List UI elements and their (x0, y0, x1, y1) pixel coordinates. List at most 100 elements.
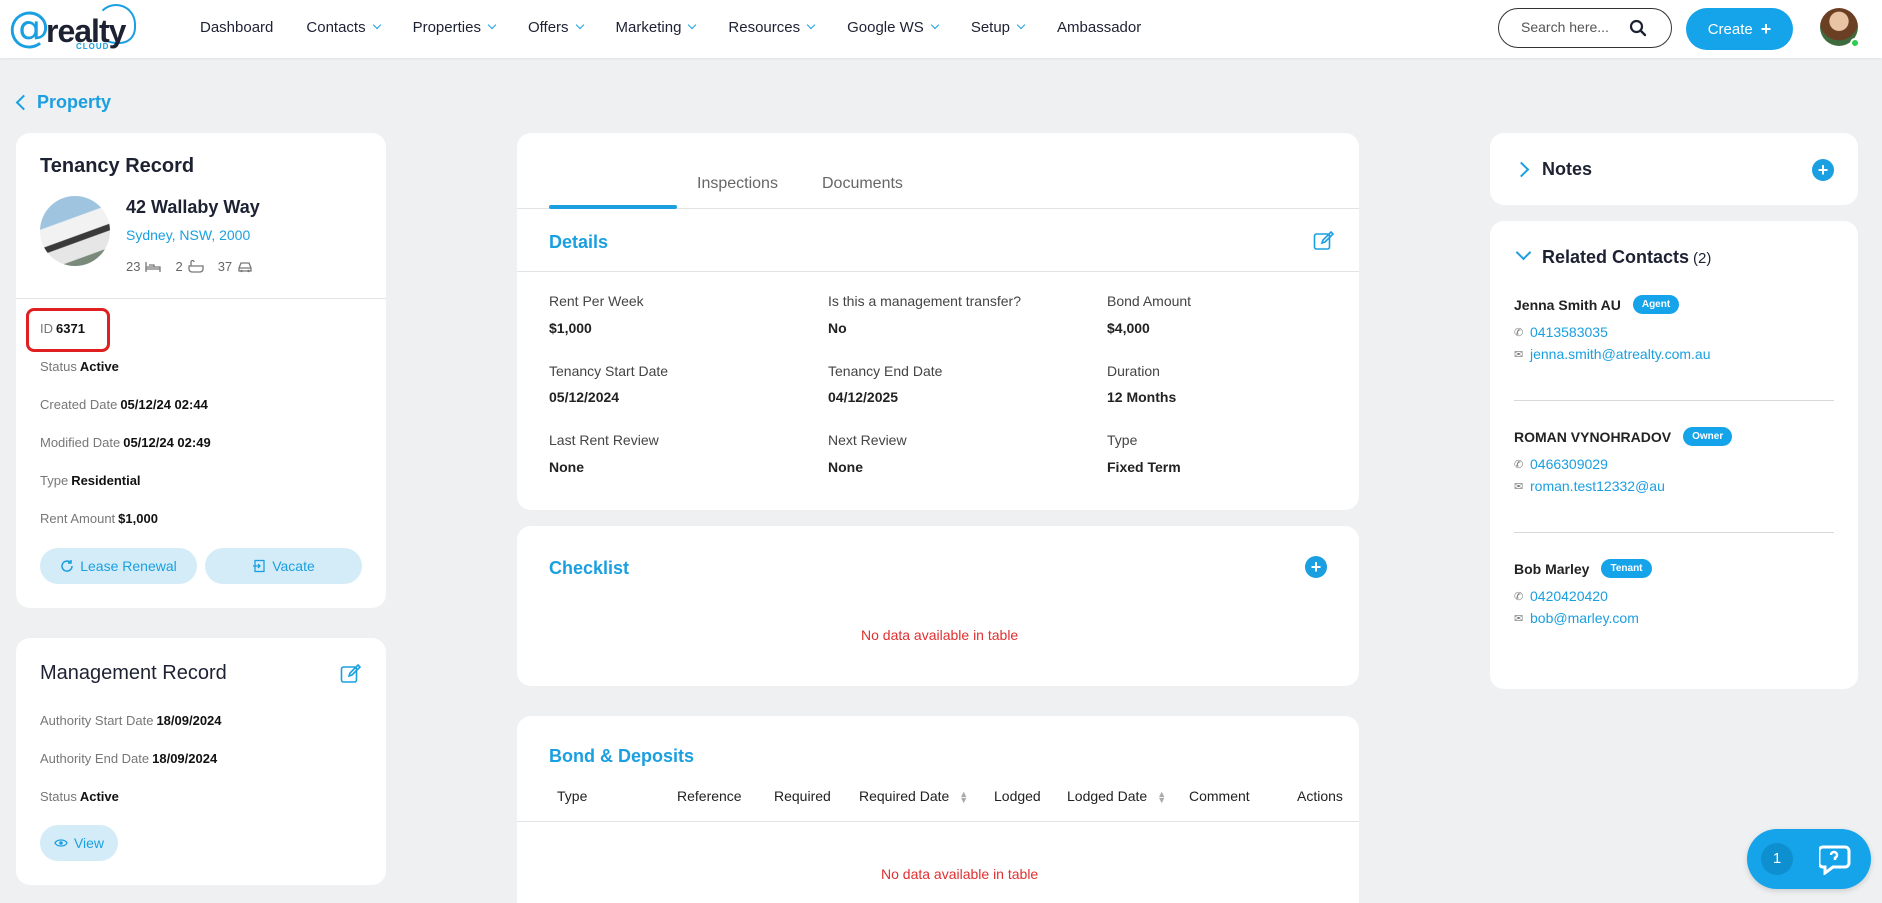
main-nav: Dashboard Contacts Properties Offers Mar… (200, 0, 1174, 54)
exit-icon (253, 559, 265, 573)
created-row: Created Date 05/12/24 02:44 (40, 397, 208, 412)
field-value: $1,000 (549, 320, 592, 336)
field-value: Fixed Term (1107, 459, 1181, 475)
refresh-icon (61, 560, 73, 572)
active-tab-indicator (549, 205, 677, 209)
id-row: ID 6371 (40, 321, 85, 336)
column-header-reference[interactable]: Reference (677, 788, 742, 804)
field-label: Tenancy Start Date (549, 363, 669, 379)
search-box (1498, 8, 1672, 48)
chevron-down-icon (806, 20, 816, 30)
nav-ambassador[interactable]: Ambassador (1057, 19, 1141, 36)
authority-start-value: 18/09/2024 (156, 713, 222, 728)
column-header-type[interactable]: Type (557, 788, 587, 804)
contact-name[interactable]: ROMAN VYNOHRADOV (1514, 429, 1671, 445)
edit-icon[interactable] (340, 664, 362, 684)
field-label: Last Rent Review (549, 432, 659, 448)
bath-icon (188, 260, 204, 273)
search-input[interactable] (1521, 19, 1631, 35)
column-header-lodged-date[interactable]: Lodged Date ▲ ▼ (1067, 788, 1166, 805)
realty-cloud-logo[interactable]: @ realty CLOUD (8, 2, 136, 54)
back-to-property-link[interactable]: Property (14, 92, 111, 113)
nav-google-ws[interactable]: Google WS (847, 18, 940, 36)
field-label: Duration (1107, 363, 1160, 379)
modified-value: 05/12/24 02:49 (123, 435, 211, 450)
lease-renewal-button[interactable]: Lease Renewal (40, 548, 197, 584)
chevron-down-icon (1016, 20, 1026, 30)
search-icon[interactable] (1629, 19, 1647, 37)
id-label: ID (40, 321, 53, 336)
sort-icon: ▲ ▼ (959, 789, 969, 806)
tab-documents[interactable]: Documents (822, 175, 903, 193)
add-note-button[interactable]: + (1812, 159, 1834, 181)
table-header-divider (517, 821, 1359, 822)
status-label: Status (40, 359, 77, 374)
nav-marketing-label: Marketing (615, 18, 682, 36)
authority-start-label: Authority Start Date (40, 713, 154, 728)
chevron-left-icon (15, 94, 32, 111)
column-header-comment[interactable]: Comment (1189, 788, 1250, 804)
create-button[interactable]: Create + (1686, 8, 1793, 50)
chevron-right-icon[interactable] (1513, 161, 1530, 178)
user-avatar[interactable] (1820, 8, 1860, 48)
contact-name[interactable]: Jenna Smith AU (1514, 297, 1621, 313)
vacate-button[interactable]: Vacate (205, 548, 362, 584)
mail-icon: ✉ (1514, 480, 1524, 493)
view-label: View (73, 835, 105, 851)
created-label: Created Date (40, 397, 118, 412)
column-header-lodged[interactable]: Lodged (994, 788, 1041, 804)
notes-card: Notes + (1490, 133, 1858, 205)
column-header-required-date[interactable]: Required Date ▲ ▼ (859, 788, 969, 806)
phone-icon: ✆ (1514, 458, 1524, 471)
contact-divider (1514, 400, 1834, 401)
contact-email[interactable]: roman.test12332@au (1530, 478, 1665, 494)
nav-properties[interactable]: Properties (413, 19, 497, 36)
nav-contacts[interactable]: Contacts (306, 18, 381, 36)
property-address[interactable]: 42 Wallaby Way (126, 197, 260, 218)
contact-divider (1514, 532, 1834, 533)
nav-marketing[interactable]: Marketing (615, 18, 697, 36)
created-value: 05/12/24 02:44 (120, 397, 208, 412)
contact-name[interactable]: Bob Marley (1514, 561, 1589, 577)
chevron-down-icon[interactable] (1515, 244, 1532, 261)
car-icon (238, 261, 252, 272)
related-contacts-title[interactable]: Related Contacts (2) (1542, 247, 1711, 268)
contact-item: Bob Marley Tenant ✆ 0420420420 ✉ bob@marley… (1514, 559, 1834, 626)
required-date-label: Required Date (859, 788, 950, 804)
chat-bubble-icon (1819, 845, 1851, 875)
status-row: Status Active (40, 359, 119, 374)
authority-start-row: Authority Start Date 18/09/2024 (40, 713, 222, 728)
add-checklist-button[interactable]: + (1305, 556, 1327, 578)
column-header-required[interactable]: Required (774, 788, 831, 804)
nav-offers[interactable]: Offers (528, 19, 584, 36)
contact-phone[interactable]: 0420420420 (1530, 588, 1608, 604)
nav-google-ws-label: Google WS (847, 18, 924, 36)
nav-resources[interactable]: Resources (728, 18, 816, 36)
status-value: Active (79, 359, 119, 374)
chevron-down-icon (372, 20, 381, 30)
field-label: Bond Amount (1107, 293, 1192, 309)
contact-phone[interactable]: 0466309029 (1530, 456, 1608, 472)
nav-dashboard[interactable]: Dashboard (200, 19, 273, 36)
nav-resources-label: Resources (728, 18, 801, 36)
card-divider (16, 298, 386, 299)
view-button[interactable]: View (40, 825, 118, 861)
chat-widget-button[interactable]: 1 (1747, 829, 1871, 889)
rent-label: Rent Amount (40, 511, 116, 526)
tab-inspections[interactable]: Inspections (697, 175, 778, 193)
role-badge: Agent (1632, 295, 1680, 314)
bond-deposits-card: Bond & Deposits Type Reference Required … (517, 716, 1359, 903)
edit-icon[interactable] (1313, 231, 1335, 251)
management-title: Management Record (40, 662, 227, 684)
property-suburb[interactable]: Sydney, NSW, 2000 (126, 227, 250, 243)
contact-phone[interactable]: 0413583035 (1530, 324, 1608, 340)
nav-contacts-label: Contacts (306, 18, 366, 36)
chevron-down-icon (487, 20, 497, 30)
notes-title[interactable]: Notes (1542, 159, 1592, 180)
contact-email[interactable]: bob@marley.com (1530, 610, 1639, 626)
contact-email[interactable]: jenna.smith@atrealty.com.au (1530, 346, 1710, 362)
plus-icon: + (1310, 557, 1322, 577)
nav-setup[interactable]: Setup (971, 19, 1026, 36)
tab-bar: Inspections Documents (517, 133, 1359, 209)
mail-icon: ✉ (1514, 348, 1524, 361)
